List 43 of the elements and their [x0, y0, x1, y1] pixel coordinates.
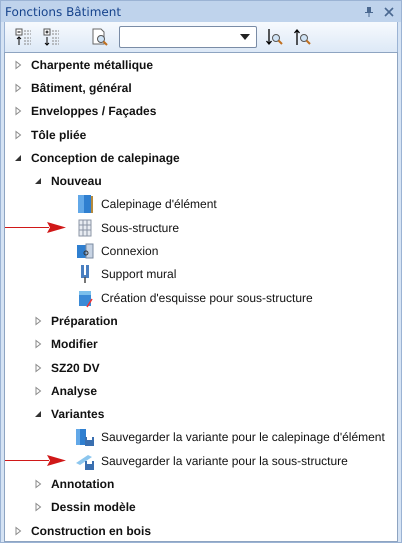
- tree-group[interactable]: Préparation: [51, 314, 118, 328]
- tree-group[interactable]: Variantes: [51, 407, 104, 422]
- window-icon: [75, 194, 95, 214]
- connection-icon: [75, 241, 95, 262]
- tree-group[interactable]: Construction en bois: [31, 524, 151, 538]
- tree-item[interactable]: Sauvegarder la variante pour le calepinage d'élément: [101, 430, 385, 444]
- collapsed-icon[interactable]: [13, 130, 23, 140]
- expanded-icon[interactable]: [33, 176, 43, 186]
- collapsed-icon[interactable]: [33, 362, 43, 372]
- tree-item[interactable]: Création d'esquisse pour sous-structure: [101, 290, 313, 305]
- tree-item[interactable]: Sauvegarder la variante pour la sous-structure: [101, 454, 348, 468]
- collapsed-icon[interactable]: [13, 60, 23, 70]
- tree-group[interactable]: Conception de calepinage: [31, 150, 180, 165]
- tree-group[interactable]: Tôle pliée: [31, 128, 86, 142]
- collapsed-icon[interactable]: [33, 502, 43, 512]
- tree-item[interactable]: Connexion: [101, 244, 158, 258]
- collapsed-icon[interactable]: [13, 526, 23, 536]
- dropdown-caret-icon: [240, 34, 250, 40]
- expanded-icon[interactable]: [13, 152, 23, 163]
- tree-group[interactable]: Modifier: [51, 337, 98, 352]
- collapsed-icon[interactable]: [33, 339, 43, 350]
- tree-item[interactable]: Sous-structure: [101, 220, 180, 235]
- tree-item[interactable]: Support mural: [101, 267, 176, 282]
- tree-group[interactable]: Dessin modèle: [51, 500, 136, 514]
- expanded-icon[interactable]: [33, 409, 43, 420]
- pin-button[interactable]: [363, 4, 375, 18]
- tree-group[interactable]: Enveloppes / Façades: [31, 104, 156, 118]
- close-button[interactable]: [383, 4, 395, 18]
- search-combo-box[interactable]: [119, 26, 257, 48]
- window-title: Fonctions Bâtiment: [5, 4, 122, 18]
- tree-group[interactable]: Analyse: [51, 384, 98, 398]
- tree-group[interactable]: SZ20 DV: [51, 360, 100, 374]
- tree-group[interactable]: Bâtiment, général: [31, 80, 132, 95]
- tree-item[interactable]: Calepinage d'élément: [101, 197, 217, 212]
- save-window-icon: [75, 427, 95, 448]
- tree-group[interactable]: Annotation: [51, 476, 114, 491]
- tree-group[interactable]: Nouveau: [51, 174, 102, 188]
- collapsed-icon[interactable]: [33, 316, 43, 326]
- collapsed-icon[interactable]: [33, 478, 43, 489]
- tree-group[interactable]: Charpente métallique: [31, 58, 154, 72]
- collapsed-icon[interactable]: [33, 386, 43, 396]
- collapsed-icon[interactable]: [13, 106, 23, 116]
- collapsed-icon[interactable]: [13, 82, 23, 93]
